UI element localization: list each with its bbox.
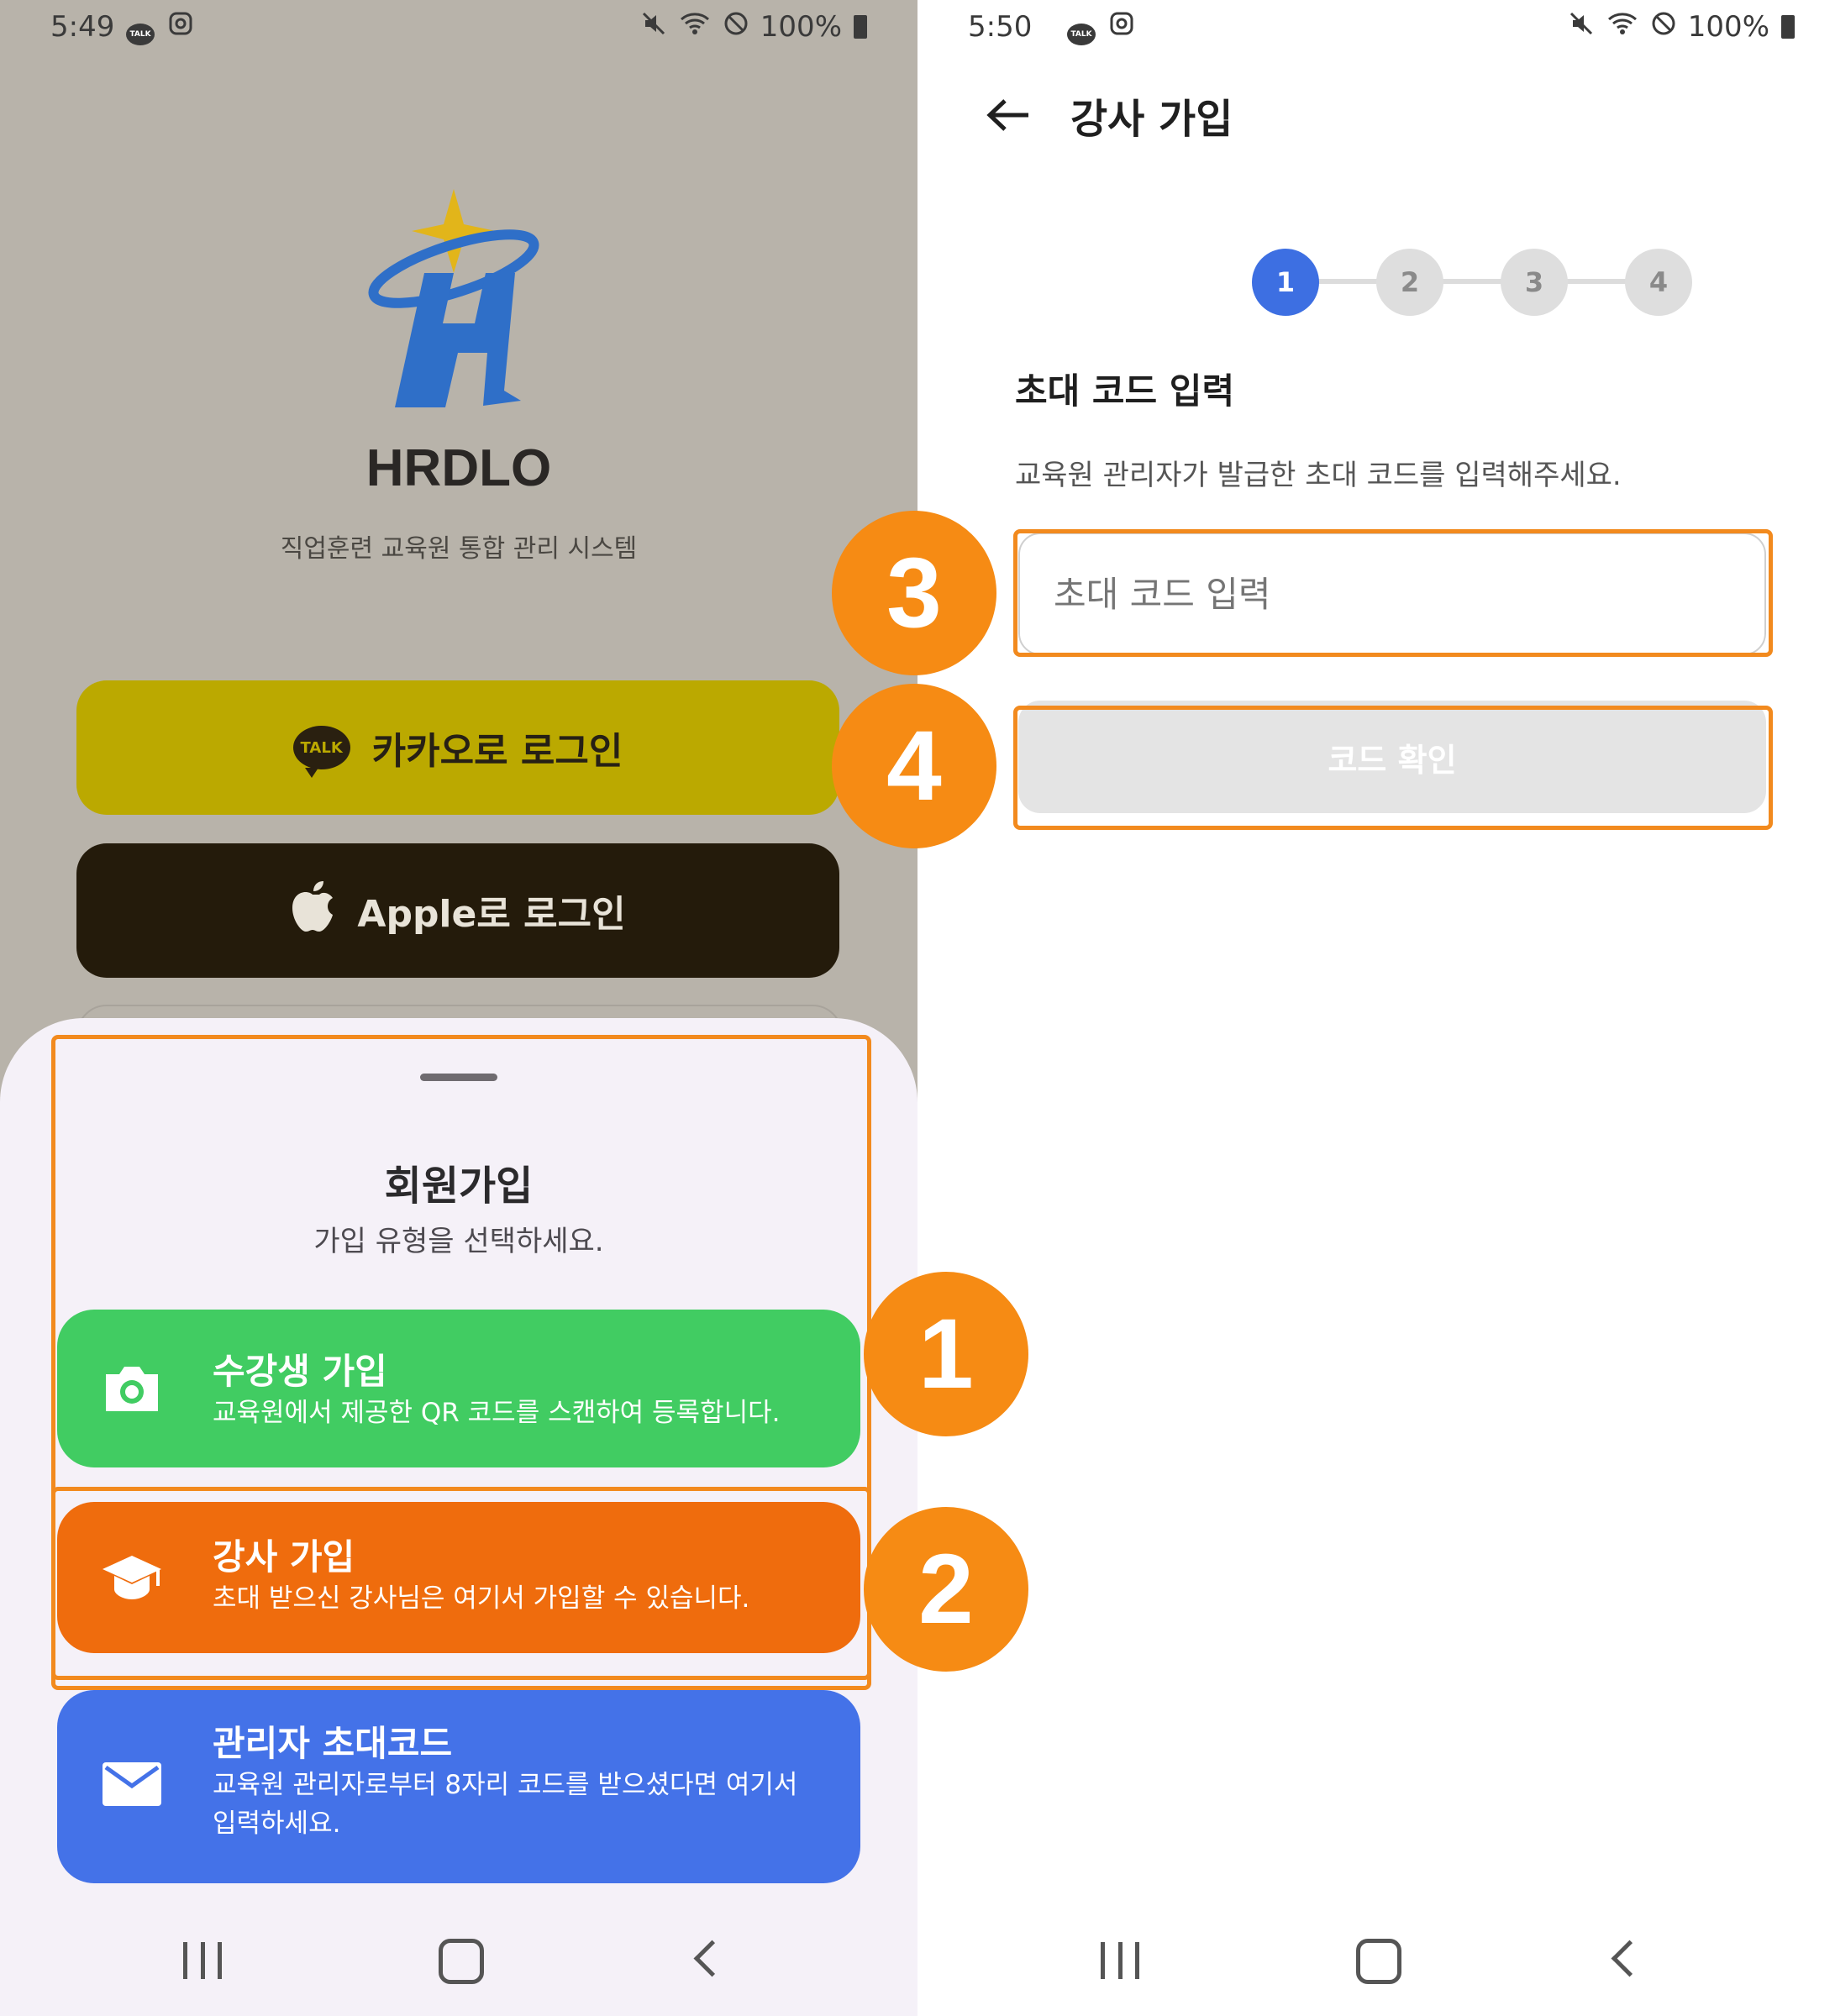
back-arrow-icon[interactable] bbox=[985, 97, 1032, 133]
apple-login-button[interactable]: Apple로 로그인 bbox=[76, 843, 839, 978]
mail-icon bbox=[99, 1752, 165, 1818]
highlight-confirm-button bbox=[1013, 706, 1773, 830]
annotation-badge-1: 1 bbox=[864, 1272, 1028, 1436]
status-bar: 5:49 TALK 100% bbox=[0, 0, 918, 54]
app-subtitle: 직업훈련 교육원 통합 관리 시스템 bbox=[280, 534, 638, 564]
battery-percent: 100% bbox=[1687, 10, 1769, 44]
apple-login-label: Apple로 로그인 bbox=[357, 893, 626, 936]
android-nav-bar bbox=[0, 1907, 918, 2016]
step-1: 1 bbox=[1252, 249, 1319, 316]
recents-button[interactable] bbox=[183, 1942, 222, 1979]
kakaotalk-icon: TALK bbox=[292, 726, 350, 778]
status-time: 5:49 bbox=[50, 10, 115, 44]
section-title: 초대 코드 입력 bbox=[1015, 370, 1235, 412]
android-nav-bar bbox=[918, 1907, 1835, 2016]
step-3: 3 bbox=[1501, 249, 1568, 316]
kakaotalk-notification-icon: TALK bbox=[126, 10, 155, 45]
kakao-login-label: 카카오로 로그인 bbox=[371, 730, 623, 773]
back-nav-button[interactable] bbox=[1611, 1940, 1648, 1977]
apple-icon bbox=[290, 879, 335, 942]
kakaotalk-notification-icon: TALK bbox=[1067, 10, 1096, 45]
mute-icon bbox=[641, 10, 666, 44]
annotation-badge-4: 4 bbox=[832, 684, 996, 848]
signup-stepper: 1 2 3 4 bbox=[918, 249, 1835, 316]
wifi-icon bbox=[678, 10, 712, 44]
section-description: 교육원 관리자가 발급한 초대 코드를 입력해주세요. bbox=[1015, 459, 1622, 492]
status-time: 5:50 bbox=[968, 10, 1033, 44]
stepper-track bbox=[1286, 279, 1659, 284]
step-2: 2 bbox=[1376, 249, 1443, 316]
recents-button[interactable] bbox=[1101, 1942, 1139, 1979]
instructor-signup-screen: 5:50 TALK 100% 강사 가입 1 2 3 4 초대 코드 입력 교육… bbox=[918, 0, 1835, 2016]
step-4: 4 bbox=[1625, 249, 1692, 316]
home-button[interactable] bbox=[1356, 1939, 1401, 1984]
battery-percent: 100% bbox=[760, 10, 842, 44]
app-header: 강사 가입 bbox=[918, 81, 1835, 148]
do-not-disturb-icon bbox=[723, 10, 749, 44]
instagram-notification-icon bbox=[168, 10, 193, 44]
admin-invite-title: 관리자 초대코드 bbox=[213, 1723, 453, 1764]
home-button[interactable] bbox=[439, 1939, 484, 1984]
do-not-disturb-icon bbox=[1651, 10, 1676, 44]
annotation-badge-3: 3 bbox=[832, 511, 996, 675]
highlight-code-input bbox=[1013, 529, 1773, 657]
login-screen: 5:49 TALK 100% HRDLO 직업훈련 교육원 통합 관리 시스템 bbox=[0, 0, 918, 2016]
back-nav-button[interactable] bbox=[693, 1940, 731, 1977]
status-bar: 5:50 TALK 100% bbox=[918, 0, 1835, 54]
annotation-badge-2: 2 bbox=[864, 1507, 1028, 1672]
instagram-notification-icon bbox=[1109, 10, 1134, 44]
battery-icon bbox=[1781, 15, 1795, 39]
hrdlo-logo bbox=[361, 181, 546, 416]
admin-invite-desc: 교육원 관리자로부터 8자리 코드를 받으셨다면 여기서 입력하세요. bbox=[213, 1770, 798, 1839]
page-title: 강사 가입 bbox=[1070, 96, 1233, 143]
wifi-icon bbox=[1606, 10, 1639, 44]
admin-invite-code-option[interactable]: 관리자 초대코드 교육원 관리자로부터 8자리 코드를 받으셨다면 여기서 입력… bbox=[57, 1690, 860, 1883]
mute-icon bbox=[1569, 10, 1594, 44]
battery-icon bbox=[854, 15, 867, 39]
highlight-instructor-option bbox=[51, 1487, 871, 1680]
app-name: HRDLO bbox=[365, 439, 552, 497]
kakao-login-button[interactable]: TALK 카카오로 로그인 bbox=[76, 680, 839, 815]
